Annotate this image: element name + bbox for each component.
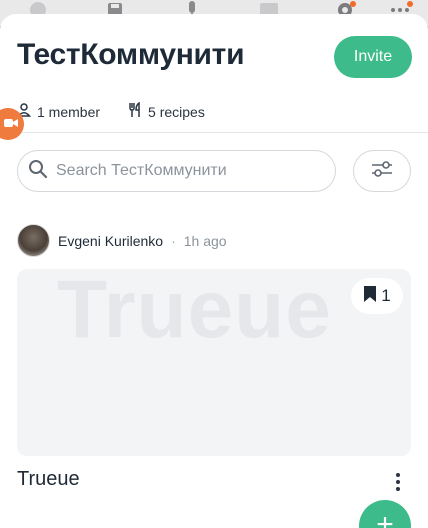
fork-knife-icon <box>128 101 142 121</box>
more-options-button[interactable] <box>388 470 408 494</box>
recipe-title[interactable]: Trueue <box>17 468 80 491</box>
more-vertical-icon <box>396 473 400 477</box>
divider <box>0 132 428 133</box>
add-recipe-button[interactable]: + <box>359 500 411 528</box>
sliders-icon <box>371 160 393 183</box>
post-author-row: Evgeni Kurilenko · 1h ago <box>17 224 227 257</box>
invite-button[interactable]: Invite <box>334 36 412 78</box>
search-input[interactable]: Search ТестКоммунити <box>17 150 336 192</box>
notification-dot <box>350 1 356 7</box>
post-time: 1h ago <box>183 232 227 249</box>
video-camera-icon <box>4 115 18 133</box>
search-placeholder: Search ТестКоммунити <box>56 162 227 179</box>
author-name[interactable]: Evgeni Kurilenko <box>58 233 163 249</box>
separator-dot: · <box>171 232 176 249</box>
bookmark-icon <box>363 285 377 308</box>
members-count: 1 member <box>37 103 101 120</box>
bookmark-count: 1 <box>381 286 391 305</box>
page-title: ТестКоммунити <box>17 38 245 71</box>
community-sheet: ТестКоммунити Invite 1 member 5 recipes … <box>0 14 428 528</box>
image-watermark-text: Trueue <box>57 269 332 355</box>
filter-button[interactable] <box>353 150 411 192</box>
search-icon <box>28 159 48 184</box>
recipes-stat[interactable]: 5 recipes <box>128 101 205 121</box>
notification-dot <box>407 1 413 7</box>
community-stats: 1 member 5 recipes <box>16 101 233 121</box>
members-stat[interactable]: 1 member <box>16 103 101 120</box>
bookmark-button[interactable]: 1 <box>351 278 403 314</box>
recipes-count: 5 recipes <box>148 103 205 120</box>
avatar[interactable] <box>17 224 50 257</box>
recipe-image-card[interactable]: Trueue 1 <box>17 269 411 456</box>
